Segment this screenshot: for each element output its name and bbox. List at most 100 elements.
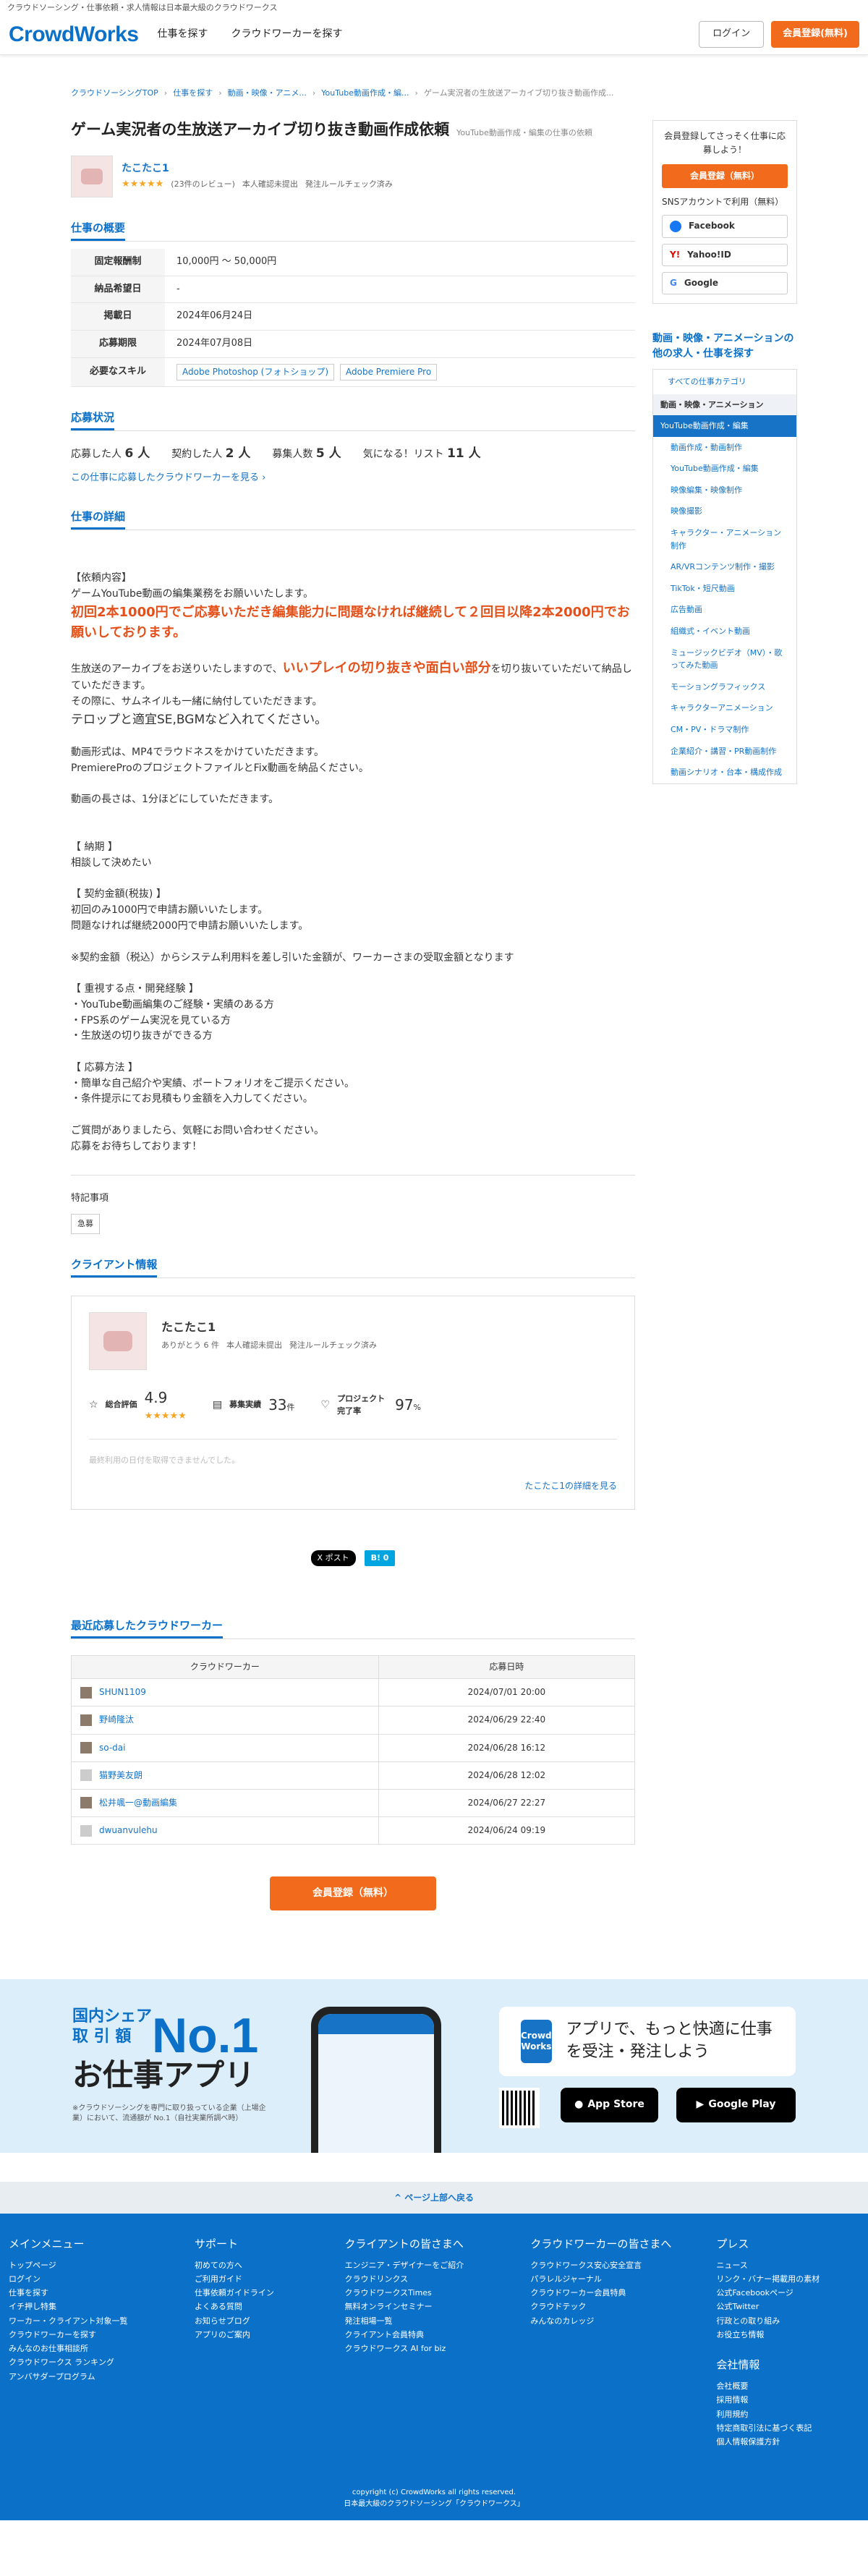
clipboard-icon: ▤: [212, 1398, 223, 1411]
footer-link[interactable]: 特定商取引法に基づく表記: [716, 2421, 859, 2435]
footer-link[interactable]: お知らせブログ: [195, 2314, 345, 2328]
footer-link[interactable]: 利用規約: [716, 2407, 859, 2421]
footer-link[interactable]: 行政との取り組み: [716, 2314, 859, 2328]
breadcrumb-item[interactable]: クラウドソーシングTOP: [71, 87, 158, 100]
footer-link[interactable]: お役立ち情報: [716, 2328, 859, 2342]
worker-link[interactable]: 猫野美友朗: [99, 1769, 142, 1782]
footer-link[interactable]: クライアント会員特典: [344, 2328, 530, 2342]
footer-link[interactable]: イチ押し特集: [9, 2300, 195, 2313]
main-column: ゲーム実況者の生放送アーカイブ切り抜き動画作成依頼 YouTube動画作成・編集…: [71, 120, 636, 1910]
footer-link[interactable]: クラウドワークスTimes: [344, 2286, 530, 2300]
breadcrumb-item[interactable]: YouTube動画作成・編...: [321, 87, 409, 100]
category-item[interactable]: CM・PV・ドラマ制作: [653, 719, 796, 741]
table-row: 野崎隆汰 2024/06/29 22:40: [71, 1706, 636, 1735]
footer-link[interactable]: エンジニア・デザイナーをご紹介: [344, 2258, 530, 2272]
rulecheck-status: 発注ルールチェック済み: [289, 1340, 377, 1351]
footer-link[interactable]: クラウドワークス安心安全宣言: [530, 2258, 716, 2272]
client-detail-link[interactable]: たこたこ1の詳細を見る: [524, 1481, 617, 1491]
client-avatar[interactable]: [71, 155, 113, 197]
x-post-button[interactable]: X ポスト: [310, 1550, 356, 1566]
footer-link[interactable]: 会社概要: [716, 2379, 859, 2393]
category-item[interactable]: 組織式・イベント動画: [653, 621, 796, 642]
footer-link[interactable]: 公式Facebookページ: [716, 2286, 859, 2300]
footer-link[interactable]: トップページ: [9, 2258, 195, 2272]
bottom-register-button[interactable]: 会員登録（無料）: [270, 1876, 436, 1910]
breadcrumb-item[interactable]: 仕事を探す: [173, 87, 213, 100]
footer-link[interactable]: 無料オンラインセミナー: [344, 2300, 530, 2313]
footer-link[interactable]: アンバサダープログラム: [9, 2370, 195, 2384]
google-login-button[interactable]: G Google: [662, 271, 788, 294]
copyright: copyright (c) CrowdWorks all rights rese…: [344, 2488, 524, 2508]
category-item[interactable]: 映像撮影: [653, 501, 796, 522]
worker-link[interactable]: SHUN1109: [99, 1686, 146, 1699]
client-info-box: たこたこ1 ありがとう 6 件 本人確認未提出 発注ルールチェック済み ☆ 総合…: [71, 1295, 635, 1510]
footer-link[interactable]: リンク・バナー掲載用の素材: [716, 2272, 859, 2286]
client-stats: ☆ 総合評価 4.9 ★★★★★ ▤ 募集実績 33件 ♡ プロジェクト完了率 9…: [89, 1386, 617, 1440]
footer-link[interactable]: みんなのカレッジ: [530, 2314, 716, 2328]
category-item[interactable]: TikTok・短尺動画: [653, 578, 796, 600]
google-play-button[interactable]: ▶ Google Play: [676, 2087, 796, 2122]
category-item[interactable]: 動画作成・動画制作: [653, 437, 796, 459]
sidebar-register-button[interactable]: 会員登録（無料）: [662, 163, 788, 189]
category-item[interactable]: YouTube動画作成・編集: [653, 458, 796, 480]
back-to-top-link[interactable]: ^ ページ上部へ戻る: [0, 2181, 868, 2214]
skill-tag[interactable]: Adobe Photoshop (フォトショップ): [176, 364, 334, 381]
footer-link[interactable]: アプリのご案内: [195, 2328, 345, 2342]
footer-link[interactable]: 採用情報: [716, 2393, 859, 2407]
footer-link[interactable]: ご利用ガイド: [195, 2272, 345, 2286]
yahoo-login-button[interactable]: Y! Yahoo!ID: [662, 243, 788, 266]
table-row: 固定報酬制 10,000円 〜 50,000円: [71, 248, 635, 276]
footer-link[interactable]: 個人情報保護方針: [716, 2435, 859, 2449]
category-item[interactable]: 動画シナリオ・台本・構成作成: [653, 762, 796, 783]
recent-table: クラウドワーカー 応募日時 SHUN1109 2024/07/01 20:00 野崎…: [71, 1654, 636, 1845]
footer-link[interactable]: ログイン: [9, 2272, 195, 2286]
job-detail: 【依頼内容】 ゲームYouTube動画の編集業務をお願いいたします。 初回2本10…: [71, 572, 632, 1152]
category-item[interactable]: ミュージックビデオ（MV）・歌ってみた動画: [653, 642, 796, 676]
footer-link[interactable]: みんなのお仕事相談所: [9, 2342, 195, 2355]
footer-link[interactable]: 仕事を探す: [9, 2286, 195, 2300]
footer-link[interactable]: ニュース: [716, 2258, 859, 2272]
footer-link[interactable]: クラウドリンクス: [344, 2272, 530, 2286]
footer-link[interactable]: 初めての方へ: [195, 2258, 345, 2272]
worker-link[interactable]: dwuanvulehu: [99, 1824, 158, 1837]
footer-link[interactable]: 仕事依頼ガイドライン: [195, 2286, 345, 2300]
hatena-button[interactable]: B! 0: [364, 1550, 396, 1566]
app-store-button[interactable]: ● App Store: [561, 2087, 658, 2122]
footer-link[interactable]: 公式Twitter: [716, 2300, 859, 2313]
footer-link[interactable]: パラレルジャーナル: [530, 2272, 716, 2286]
logo[interactable]: CrowdWorks: [9, 17, 139, 52]
worker-link[interactable]: 松井颯一@動画編集: [99, 1796, 177, 1810]
all-categories-link[interactable]: すべての仕事カテゴリ: [653, 370, 796, 394]
see-applicants-link[interactable]: この仕事に応募したクラウドワーカーを見る ›: [71, 471, 635, 486]
category-item[interactable]: 広告動画: [653, 599, 796, 621]
nav-find-jobs[interactable]: 仕事を探す: [157, 26, 208, 42]
category-item[interactable]: 企業紹介・講習・PR動画制作: [653, 741, 796, 762]
login-button[interactable]: ログイン: [699, 21, 765, 48]
footer-link[interactable]: クラウドワーカー会員特典: [530, 2286, 716, 2300]
category-item[interactable]: 映像編集・映像制作: [653, 480, 796, 501]
category-current[interactable]: YouTube動画作成・編集: [653, 415, 796, 437]
worker-link[interactable]: 野崎隆汰: [99, 1713, 134, 1727]
footer-link[interactable]: クラウドワークス ランキング: [9, 2355, 195, 2369]
facebook-login-button[interactable]: Facebook: [662, 215, 788, 238]
footer-link[interactable]: クラウドテック: [530, 2300, 716, 2313]
review-count[interactable]: (23件のレビュー): [171, 178, 235, 191]
category-item[interactable]: キャラクターアニメーション: [653, 697, 796, 719]
footer-link[interactable]: クラウドワーカーを探す: [9, 2328, 195, 2342]
worker-link[interactable]: so-dai: [99, 1741, 125, 1755]
footer-link[interactable]: 発注相場一覧: [344, 2314, 530, 2328]
footer-link[interactable]: ワーカー・クライアント対象一覧: [9, 2314, 195, 2328]
detail-heading: 仕事の詳細: [71, 508, 635, 531]
client-name[interactable]: たこたこ1: [122, 161, 393, 177]
breadcrumb-item[interactable]: 動画・映像・アニメ...: [228, 87, 307, 100]
category-item[interactable]: キャラクター・アニメーション制作: [653, 522, 796, 556]
footer-link[interactable]: クラウドワークス AI for biz: [344, 2342, 530, 2355]
register-button[interactable]: 会員登録(無料): [771, 21, 859, 48]
client-avatar-large[interactable]: [89, 1312, 147, 1370]
category-parent[interactable]: 動画・映像・アニメーション: [653, 394, 796, 416]
category-item[interactable]: AR/VRコンテンツ制作・撮影: [653, 556, 796, 578]
footer-link[interactable]: よくある質問: [195, 2300, 345, 2313]
nav-find-workers[interactable]: クラウドワーカーを探す: [231, 26, 342, 42]
category-item[interactable]: モーショングラフィックス: [653, 676, 796, 698]
skill-tag[interactable]: Adobe Premiere Pro: [340, 364, 438, 381]
